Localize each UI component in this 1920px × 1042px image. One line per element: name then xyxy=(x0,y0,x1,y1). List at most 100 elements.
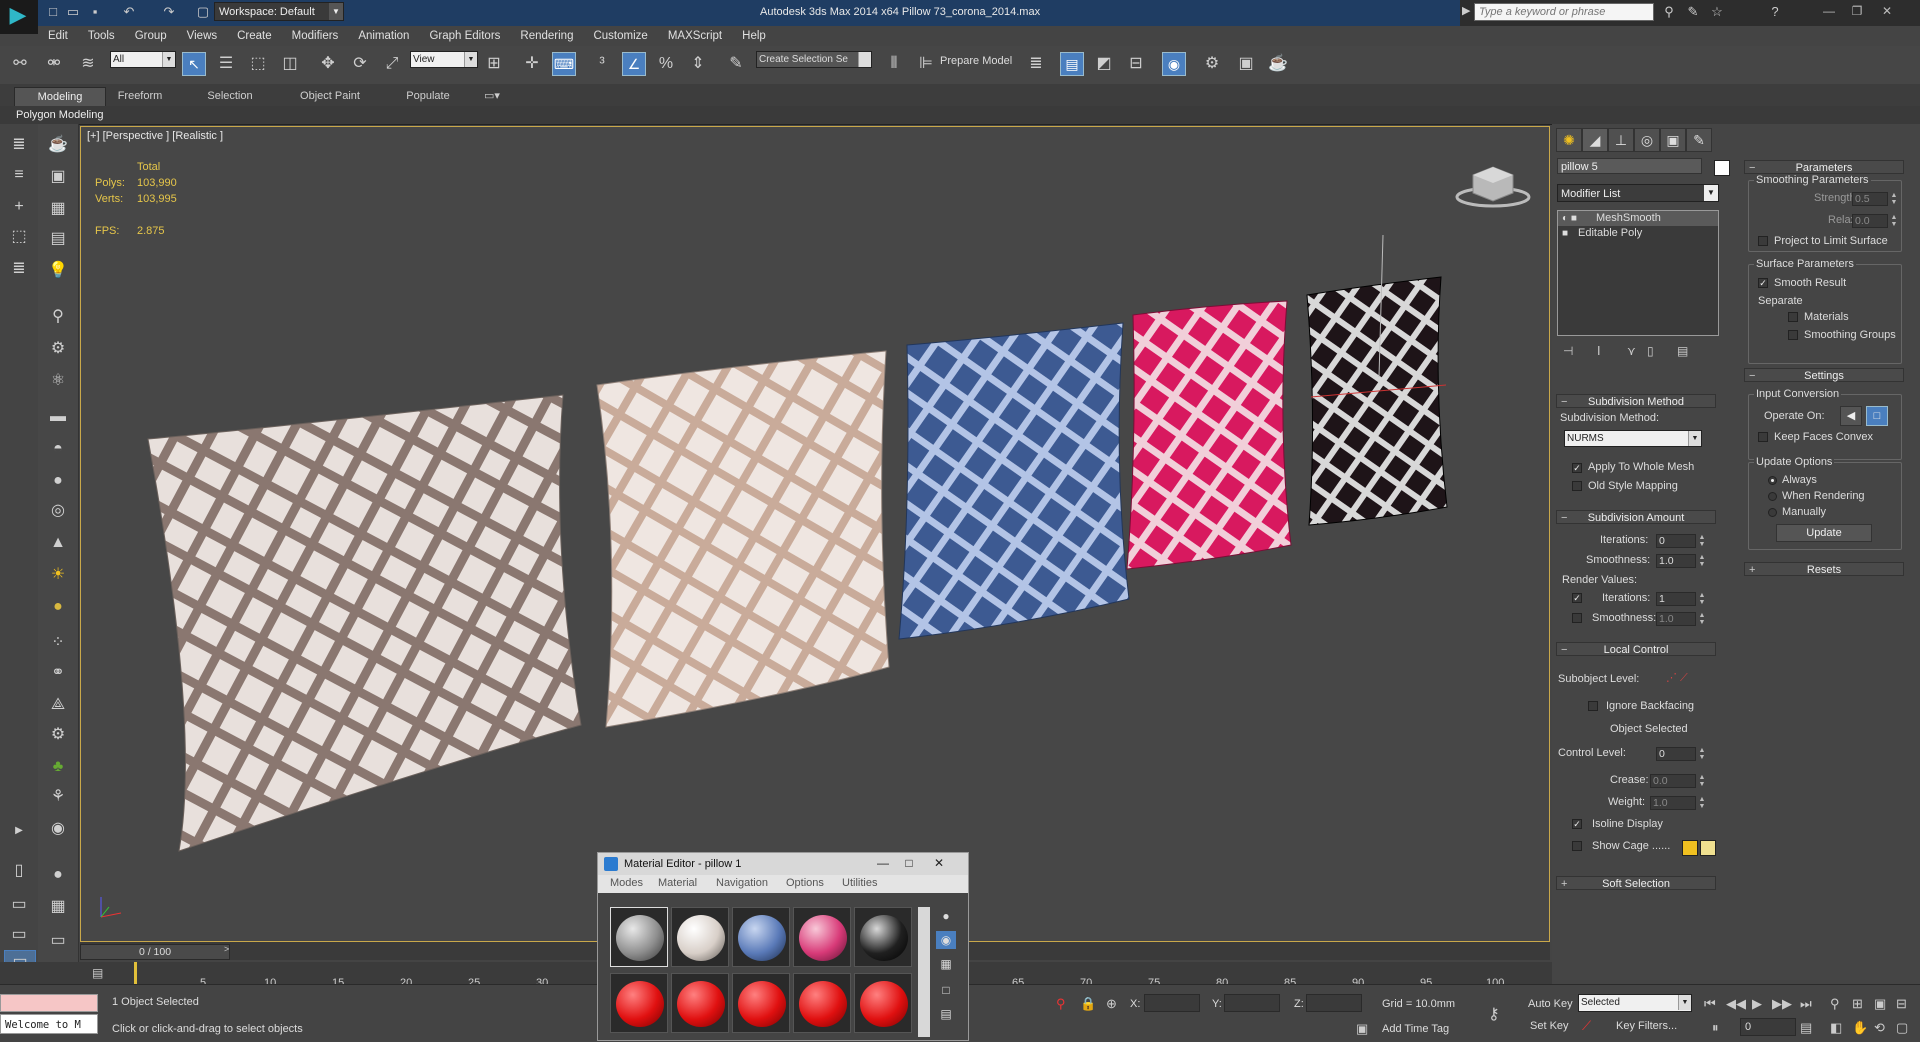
menu-help[interactable]: Help xyxy=(732,26,776,46)
pivot-center-icon[interactable]: ⊞ xyxy=(482,52,506,76)
dome-icon[interactable]: ◓ xyxy=(45,438,71,460)
render-iterations-input[interactable]: 1 xyxy=(1656,592,1696,606)
isolate-icon[interactable]: ⚲ xyxy=(1056,996,1066,1012)
window-crossing-icon[interactable]: ◫ xyxy=(278,52,302,76)
current-frame-field[interactable]: 0 xyxy=(1740,1018,1796,1036)
crease-input[interactable]: 0.0 xyxy=(1650,774,1696,788)
control-level-input[interactable]: 0 xyxy=(1656,747,1696,761)
modifier-stack[interactable]: ◐ ■ MeshSmooth ■ Editable Poly xyxy=(1557,210,1719,336)
search-input[interactable] xyxy=(1474,3,1654,21)
material-slot-6[interactable] xyxy=(610,973,668,1033)
open-file-icon[interactable]: ▭ xyxy=(64,3,82,21)
select-manipulate-icon[interactable]: ✛ xyxy=(520,52,544,76)
mated-menu-material[interactable]: Material xyxy=(658,877,697,889)
plant-icon[interactable]: ♣ xyxy=(45,756,71,778)
cone-icon[interactable]: ▲ xyxy=(45,532,71,554)
background-icon[interactable]: ▦ xyxy=(936,955,956,973)
sphere-icon[interactable]: ● xyxy=(45,470,71,492)
slot-scrollbar[interactable] xyxy=(918,907,930,1037)
render-smoothness-input[interactable]: 1.0 xyxy=(1656,612,1696,626)
isoline-display-checkbox[interactable]: ✓ xyxy=(1572,819,1582,829)
material-editor-titlebar[interactable]: Material Editor - pillow 1 — □ ✕ xyxy=(598,853,968,875)
rollout-resets[interactable]: + Resets xyxy=(1744,562,1904,576)
tab-object-paint[interactable]: Object Paint xyxy=(290,87,370,105)
select-by-name-icon[interactable]: ☰ xyxy=(214,52,238,76)
rollout-local-control[interactable]: − Local Control xyxy=(1556,642,1716,656)
mated-close-button[interactable]: ✕ xyxy=(928,853,950,873)
menu-group[interactable]: Group xyxy=(125,26,177,46)
layout-two-icon[interactable]: ▭ xyxy=(6,894,32,916)
project-limit-checkbox[interactable] xyxy=(1758,236,1768,246)
stack-item-meshsmooth[interactable]: ◐ ■ MeshSmooth xyxy=(1558,211,1718,226)
workspace-dropdown[interactable]: Workspace: Default ▼ xyxy=(214,2,344,21)
play-icon[interactable]: ▶ xyxy=(1752,996,1762,1012)
rollout-parameters[interactable]: − Parameters xyxy=(1744,160,1904,174)
molecule-icon[interactable]: ⚭ xyxy=(45,662,71,684)
viewport-perspective[interactable]: [+] [Perspective ] [Realistic ] Total Po… xyxy=(80,126,1550,942)
rendered-frame-icon[interactable]: ▣ xyxy=(1234,52,1258,76)
key-filters-button[interactable]: Key Filters... xyxy=(1616,1020,1677,1032)
named-selection-set-dropdown[interactable]: Create Selection Se ▼ xyxy=(756,51,872,68)
remove-modifier-icon[interactable]: ▯ xyxy=(1647,344,1654,358)
viewcube-toggle-icon[interactable]: ▭ xyxy=(45,930,71,952)
system-icon[interactable]: ⚛ xyxy=(45,370,71,392)
lock-selection-icon[interactable]: 🔒 xyxy=(1080,996,1096,1012)
link-icon[interactable]: ⚯ xyxy=(8,52,32,76)
polygon-modeling-label[interactable]: Polygon Modeling xyxy=(16,109,103,121)
y-coordinate-field[interactable] xyxy=(1224,994,1280,1012)
mated-minimize-button[interactable]: — xyxy=(872,853,894,873)
next-frame-icon[interactable]: ▶▶ xyxy=(1772,996,1792,1012)
bind-space-warp-icon[interactable]: ≋ xyxy=(76,52,100,76)
render-iterations-spinner[interactable]: ▲ ▼ xyxy=(1698,592,1706,606)
cage-color-swatch-2[interactable] xyxy=(1700,840,1716,856)
material-slot-1[interactable] xyxy=(610,907,668,967)
tab-create-icon[interactable]: ✺ xyxy=(1556,128,1582,152)
material-slot-5[interactable] xyxy=(854,907,912,967)
sphere-shaded-icon[interactable]: ● xyxy=(45,864,71,886)
manually-radio[interactable] xyxy=(1768,508,1777,517)
orbit-icon[interactable]: ⟲ xyxy=(1874,1020,1885,1036)
percent-snap-icon[interactable]: % xyxy=(654,52,678,76)
lightbulb-toggle-icon[interactable]: ◐ ■ xyxy=(1562,211,1577,226)
sun-light-icon[interactable]: ☀ xyxy=(45,564,71,586)
material-editor-icon[interactable]: ◉ xyxy=(1162,52,1186,76)
ignore-backfacing-checkbox[interactable] xyxy=(1588,701,1598,711)
restore-button[interactable]: ❐ xyxy=(1846,2,1868,20)
smoothness-input[interactable]: 1.0 xyxy=(1656,554,1696,568)
rotate-icon[interactable]: ⟳ xyxy=(348,52,372,76)
time-next-arrow-icon[interactable]: > xyxy=(224,944,229,954)
mated-menu-options[interactable]: Options xyxy=(786,877,824,889)
keep-faces-convex-checkbox[interactable] xyxy=(1758,432,1768,442)
menu-modifiers[interactable]: Modifiers xyxy=(282,26,349,46)
key-mode-toggle-icon[interactable]: ⏸ xyxy=(1712,1020,1719,1036)
menu-create[interactable]: Create xyxy=(227,26,282,46)
vertex-edge-icon[interactable]: ⋰ ⟋ xyxy=(1666,671,1688,685)
app-logo-button[interactable]: ▶ xyxy=(0,0,38,34)
key-icon[interactable]: ⚷ xyxy=(1488,1004,1500,1024)
iterations-input[interactable]: 0 xyxy=(1656,534,1696,548)
rollout-soft-selection[interactable]: + Soft Selection xyxy=(1556,876,1716,890)
menu-animation[interactable]: Animation xyxy=(348,26,419,46)
maxscript-listener-top[interactable] xyxy=(0,994,98,1012)
field-of-view-icon[interactable]: ◧ xyxy=(1830,1020,1842,1036)
schematic-view-icon[interactable]: ⊟ xyxy=(1124,52,1148,76)
object-name-field[interactable]: pillow 5 xyxy=(1557,158,1702,174)
layout-three-icon[interactable]: ▭ xyxy=(6,924,32,946)
selection-filter-dropdown[interactable]: All ▼ xyxy=(110,51,176,68)
tab-populate[interactable]: Populate xyxy=(396,87,460,105)
smoothing-groups-checkbox[interactable] xyxy=(1788,330,1798,340)
strength-input[interactable]: 0.5 xyxy=(1852,192,1888,206)
smoothness-spinner[interactable]: ▲ ▼ xyxy=(1698,554,1706,568)
add-time-tag[interactable]: Add Time Tag xyxy=(1382,1023,1449,1035)
strength-spinner[interactable]: ▲ ▼ xyxy=(1890,192,1898,206)
material-slot-10[interactable] xyxy=(854,973,912,1033)
weight-spinner[interactable]: ▲ ▼ xyxy=(1698,796,1706,810)
mated-menu-modes[interactable]: Modes xyxy=(610,877,643,889)
material-slot-8[interactable] xyxy=(732,973,790,1033)
table-icon[interactable]: ▦ xyxy=(45,198,71,220)
box-icon[interactable]: ▬ xyxy=(45,406,71,428)
tab-utilities-icon[interactable]: ✎ xyxy=(1686,128,1712,152)
snap-3d-icon[interactable]: ³ xyxy=(590,52,614,76)
maxscript-mini-listener[interactable]: Welcome to M xyxy=(0,1014,98,1034)
iterations-spinner[interactable]: ▲ ▼ xyxy=(1698,534,1706,548)
